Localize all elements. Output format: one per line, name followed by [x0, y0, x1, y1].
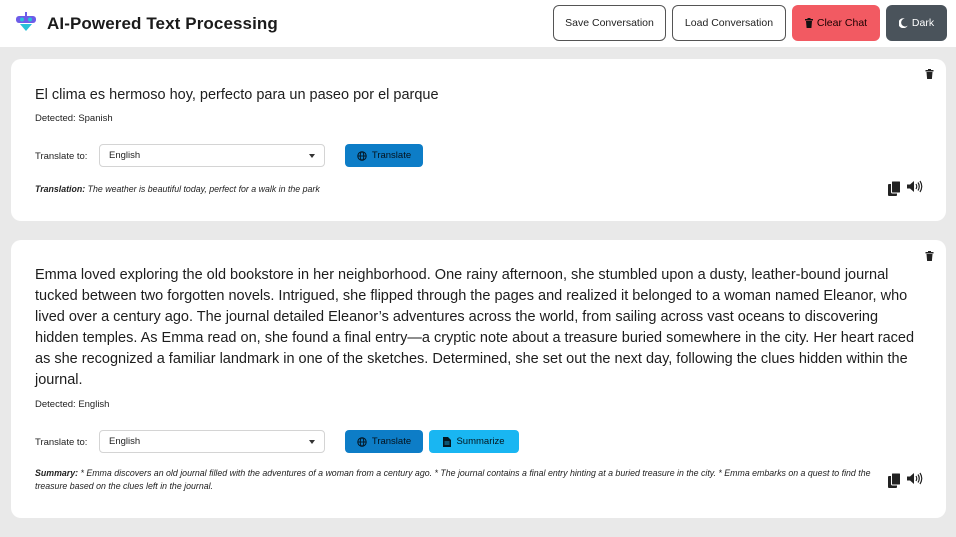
result-label: Summary:: [35, 468, 79, 478]
trash-icon: [804, 18, 813, 28]
translate-button[interactable]: Translate: [345, 144, 423, 167]
detected-label: Detected:: [35, 113, 76, 124]
save-conversation-label: Save Conversation: [565, 17, 654, 29]
detected-label: Detected:: [35, 399, 76, 410]
detected-language: Detected: Spanish: [35, 113, 113, 124]
chevron-down-icon: [309, 440, 315, 444]
document-icon: [443, 436, 452, 447]
result-text: The weather is beautiful today, perfect …: [87, 184, 320, 194]
translate-button-label: Translate: [371, 150, 412, 161]
message-text: Emma loved exploring the old bookstore i…: [35, 267, 915, 388]
summary-result: Summary: * Emma discovers an old journal…: [35, 467, 880, 493]
speaker-icon[interactable]: [907, 472, 923, 485]
moon-icon: [898, 18, 908, 28]
speaker-icon[interactable]: [907, 180, 923, 193]
message-card: Emma loved exploring the old bookstore i…: [11, 240, 946, 518]
language-select-value: English: [109, 436, 141, 447]
dark-mode-label: Dark: [911, 17, 935, 29]
language-select[interactable]: English: [99, 144, 325, 167]
language-select[interactable]: English: [99, 430, 325, 453]
copy-icon[interactable]: [888, 181, 901, 196]
clear-chat-label: Clear Chat: [816, 17, 868, 29]
trash-icon[interactable]: [925, 69, 934, 79]
message-text: El clima es hermoso hoy, perfecto para u…: [35, 87, 439, 103]
translate-button-label: Translate: [371, 436, 412, 447]
robot-logo-icon: [16, 12, 36, 31]
save-conversation-button[interactable]: Save Conversation: [553, 5, 666, 41]
summarize-button-label: Summarize: [456, 436, 505, 447]
detected-language: Detected: English: [35, 399, 109, 410]
translate-to-label: Translate to:: [35, 437, 88, 448]
detected-value: English: [78, 399, 110, 410]
trash-icon[interactable]: [925, 251, 934, 261]
clear-chat-button[interactable]: Clear Chat: [792, 5, 880, 41]
message-card: El clima es hermoso hoy, perfecto para u…: [11, 59, 946, 221]
app-header: AI-Powered Text Processing Save Conversa…: [0, 0, 956, 47]
dark-mode-toggle[interactable]: Dark: [886, 5, 947, 41]
globe-icon: [357, 150, 367, 161]
load-conversation-button[interactable]: Load Conversation: [672, 5, 786, 41]
translation-result: Translation: The weather is beautiful to…: [35, 183, 855, 196]
result-label: Translation:: [35, 184, 86, 194]
translate-button[interactable]: Translate: [345, 430, 423, 453]
app-title: AI-Powered Text Processing: [47, 14, 278, 33]
result-text: * Emma discovers an old journal filled w…: [35, 468, 871, 491]
globe-icon: [357, 436, 367, 447]
language-select-value: English: [109, 150, 141, 161]
translate-to-label: Translate to:: [35, 151, 88, 162]
chevron-down-icon: [309, 154, 315, 158]
load-conversation-label: Load Conversation: [684, 17, 774, 29]
detected-value: Spanish: [78, 113, 113, 124]
summarize-button[interactable]: Summarize: [429, 430, 519, 453]
copy-icon[interactable]: [888, 473, 901, 488]
